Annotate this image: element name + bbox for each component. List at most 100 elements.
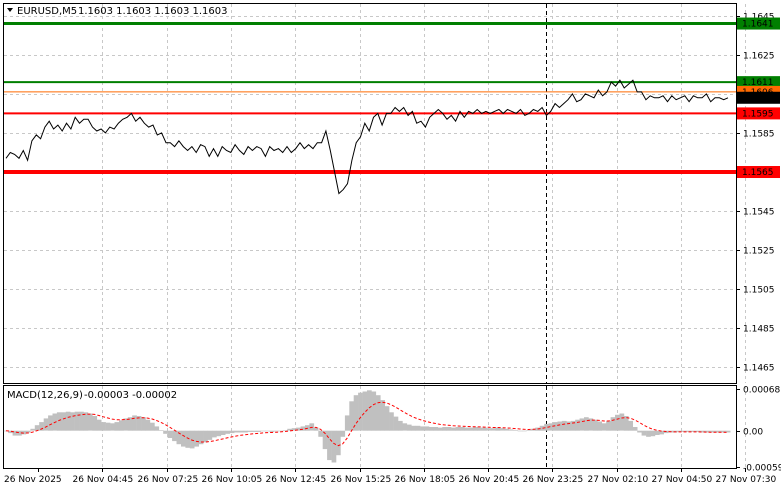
macd-bar	[92, 416, 98, 431]
macd-bar	[641, 430, 647, 436]
macd-bar	[380, 400, 385, 431]
macd-axis: 0.00068 0.00 -0.00059	[736, 386, 781, 474]
price-panel-frame	[3, 3, 737, 384]
macd-bar	[566, 421, 571, 431]
macd-bar	[56, 412, 62, 431]
macd-bar	[61, 412, 67, 431]
macd-bar	[482, 427, 487, 431]
current-price-label: 1.1603	[742, 94, 774, 104]
macd-bar	[327, 430, 332, 461]
macd-bar	[225, 430, 230, 434]
price-tick-label: 1.1505	[743, 286, 775, 296]
macd-bar	[486, 428, 492, 431]
macd-bar	[256, 430, 261, 432]
macd-bar	[561, 420, 567, 431]
macd-bar	[260, 430, 266, 432]
price-tick-label: 1.1485	[743, 325, 775, 335]
macd-bar	[300, 426, 306, 431]
macd-bar	[406, 424, 412, 431]
macd-bar	[194, 430, 199, 447]
macd-bar	[628, 420, 633, 431]
macd-bar	[650, 430, 656, 437]
macd-bar	[437, 427, 443, 431]
macd-bar	[415, 425, 421, 431]
macd-bar	[96, 419, 102, 431]
macd-bar	[601, 423, 607, 431]
macd-bar	[340, 430, 346, 437]
macd-bar	[398, 420, 403, 431]
macd-bar	[468, 427, 474, 431]
macd-bar	[247, 430, 253, 432]
macd-bar	[185, 430, 191, 448]
macd-bar	[597, 421, 602, 431]
macd-bar	[389, 412, 394, 431]
symbol-name: EURUSD,M5	[17, 6, 77, 17]
macd-bar	[646, 430, 651, 437]
time-tick-label: 26 Nov 23:25	[523, 475, 584, 485]
time-tick-label: 26 Nov 12:45	[266, 475, 327, 485]
macd-bar	[632, 427, 638, 431]
macd-bar	[358, 392, 363, 431]
macd-bar	[637, 430, 642, 433]
macd-bar	[265, 430, 270, 432]
macd-bar	[336, 430, 341, 456]
macd-bar	[318, 430, 323, 437]
price-tick-label: 1.1545	[743, 208, 775, 218]
price-axis: 1.16451.16251.16051.15851.15651.15451.15…	[736, 13, 780, 374]
macd-bar	[48, 415, 53, 431]
macd-bar	[579, 418, 585, 431]
time-tick-label: 27 Nov 04:50	[652, 475, 713, 485]
macd-bar	[70, 412, 75, 431]
macd-bar	[451, 427, 456, 431]
macd-tick-label: 0.00068	[743, 386, 780, 396]
macd-bar	[25, 430, 31, 433]
macd-bar	[615, 414, 620, 431]
macd-bar	[424, 426, 430, 431]
level-tag-label: 1.1595	[742, 109, 774, 119]
macd-bar	[269, 430, 275, 432]
ohlc-readout: 1.1603 1.1603 1.1603 1.1603	[78, 6, 228, 17]
macd-bar	[243, 430, 248, 433]
macd-bar	[513, 430, 518, 431]
macd-values: -0.00003 -0.00002	[84, 390, 177, 401]
macd-bar	[455, 427, 461, 431]
macd-bar	[375, 395, 381, 431]
macd-bar	[464, 427, 470, 431]
macd-bar	[154, 426, 160, 431]
time-tick-label: 26 Nov 07:25	[138, 475, 199, 485]
macd-bar	[105, 422, 111, 431]
macd-bar	[216, 430, 222, 437]
trading-chart[interactable]: 1.16451.16251.16051.15851.15651.15451.15…	[0, 0, 781, 489]
macd-bar	[504, 428, 509, 431]
price-tick-label: 1.1585	[743, 130, 775, 140]
macd-bar	[313, 427, 319, 431]
macd-bar	[371, 391, 377, 431]
time-tick-label: 26 Nov 18:05	[395, 475, 456, 485]
time-tick-label: 26 Nov 2025	[4, 475, 62, 485]
macd-bar	[619, 413, 625, 431]
macd-bar	[282, 430, 288, 431]
macd-bar	[411, 425, 416, 431]
macd-bar	[163, 430, 168, 434]
macd-bar	[238, 430, 244, 433]
macd-bar	[610, 417, 616, 431]
macd-bar	[522, 430, 527, 432]
macd-label: MACD(12,26,9)	[7, 390, 83, 401]
macd-bar	[384, 406, 390, 431]
macd-bar	[167, 430, 173, 438]
macd-bar	[220, 430, 226, 435]
time-tick-label: 26 Nov 10:05	[202, 475, 263, 485]
macd-bar	[141, 417, 146, 431]
macd-bar	[393, 416, 399, 431]
macd-bar	[508, 429, 514, 431]
macd-bar	[30, 428, 36, 431]
macd-tick-label: 0.00	[743, 428, 763, 438]
macd-bar	[158, 430, 164, 431]
macd-bar	[446, 427, 452, 431]
macd-bar	[344, 415, 350, 431]
macd-bar	[172, 430, 177, 442]
macd-bar	[278, 430, 284, 432]
macd-bar	[234, 430, 239, 433]
macd-bar	[181, 430, 186, 447]
level-tag-label: 1.1641	[742, 20, 774, 30]
